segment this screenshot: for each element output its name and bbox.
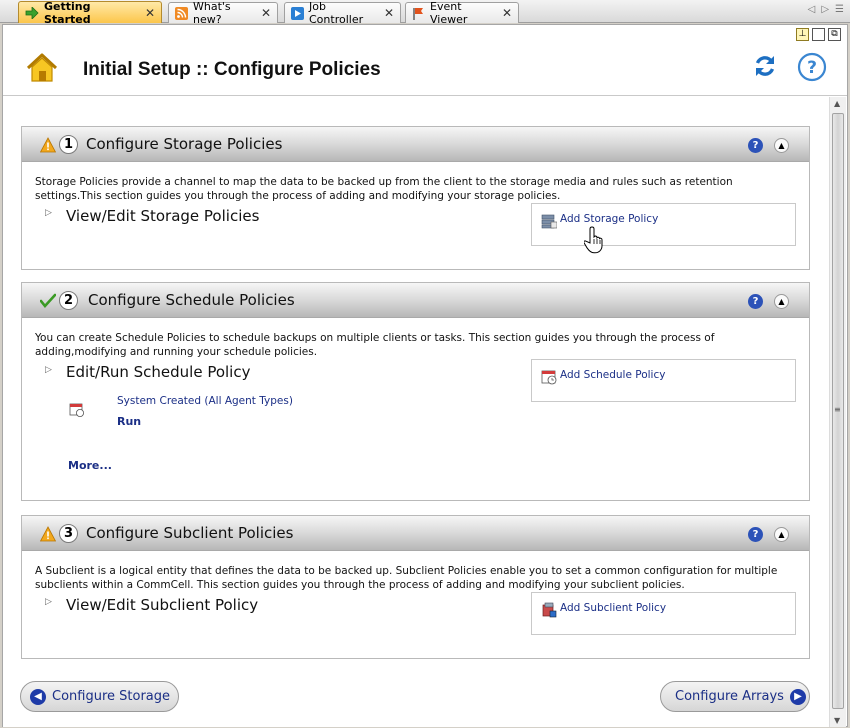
- tab-job-controller[interactable]: Job Controller ✕: [284, 0, 401, 26]
- close-icon[interactable]: ✕: [378, 6, 394, 20]
- expand-icon[interactable]: ▷: [45, 597, 52, 607]
- section-storage-policies: 1 Configure Storage Policies ? ▲ Storage…: [21, 126, 810, 270]
- add-schedule-policy-link[interactable]: Add Schedule Policy: [560, 369, 665, 381]
- help-icon[interactable]: ?: [748, 527, 763, 542]
- svg-text:?: ?: [807, 58, 817, 78]
- flag-icon: [412, 6, 425, 20]
- expand-icon[interactable]: ▷: [45, 365, 52, 375]
- maximize-icon[interactable]: [812, 28, 825, 41]
- more-link[interactable]: More...: [68, 459, 112, 472]
- action-box: Add Subclient Policy: [531, 592, 796, 635]
- configure-storage-button[interactable]: ◀ Configure Storage: [20, 681, 179, 712]
- row-title[interactable]: View/Edit Subclient Policy: [66, 596, 258, 614]
- window-controls: ⊥ ⧉: [796, 28, 841, 41]
- tab-getting-started[interactable]: Getting Started ✕: [18, 0, 162, 26]
- expand-icon[interactable]: ▷: [45, 208, 52, 218]
- section-number: 1: [59, 135, 78, 154]
- arrow-right-icon: ▶: [789, 688, 806, 705]
- tab-navigation: ◁ ▷ ☰: [808, 4, 844, 15]
- action-box: Add Storage Policy: [531, 203, 796, 254]
- action-box: Add Schedule Policy: [531, 359, 796, 402]
- pin-icon[interactable]: ⊥: [796, 28, 809, 41]
- section-number: 3: [59, 524, 78, 543]
- checkmark-icon: [40, 293, 56, 309]
- section-description: Storage Policies provide a channel to ma…: [35, 176, 733, 202]
- tab-label: Getting Started: [44, 0, 91, 26]
- tab-event-viewer[interactable]: Event Viewer ✕: [405, 0, 519, 26]
- row-title[interactable]: View/Edit Storage Policies: [66, 207, 259, 225]
- main-content: 1 Configure Storage Policies ? ▲ Storage…: [3, 97, 829, 727]
- close-icon[interactable]: ✕: [496, 6, 512, 20]
- play-icon: [291, 6, 304, 20]
- schedule-policy-icon: [69, 403, 84, 417]
- tab-whats-new[interactable]: What's new? ✕: [168, 0, 278, 26]
- schedule-icon: [541, 370, 557, 385]
- page-title: Initial Setup :: Configure Policies: [83, 59, 381, 80]
- add-storage-policy-link[interactable]: Add Storage Policy: [560, 213, 658, 225]
- home-icon[interactable]: [25, 51, 59, 85]
- warning-icon: [40, 137, 56, 153]
- restore-icon[interactable]: ⧉: [828, 28, 841, 41]
- help-icon[interactable]: ?: [748, 138, 763, 153]
- warning-icon: [40, 526, 56, 542]
- add-subclient-policy-link[interactable]: Add Subclient Policy: [560, 602, 666, 614]
- back-label: Configure Storage: [52, 689, 171, 704]
- rss-icon: [175, 6, 188, 20]
- chevron-left-icon[interactable]: ◁: [808, 4, 816, 15]
- hand-cursor-icon: [584, 226, 603, 254]
- vertical-scrollbar[interactable]: ▲ ≡ ▼: [829, 97, 846, 727]
- tab-strip: Getting Started ✕ What's new? ✕ Job Cont…: [0, 0, 850, 26]
- section-subclient-policies: 3 Configure Subclient Policies ? ▲ A Sub…: [21, 515, 810, 659]
- section-title: Configure Storage Policies: [86, 135, 283, 153]
- chevron-up-icon[interactable]: ▲: [774, 294, 789, 309]
- window-frame: ⊥ ⧉ Initial Setup :: Configure Policies …: [2, 24, 848, 727]
- configure-arrays-button[interactable]: Configure Arrays ▶: [660, 681, 810, 712]
- section-header[interactable]: 1 Configure Storage Policies ? ▲: [22, 127, 809, 162]
- next-label: Configure Arrays: [675, 689, 784, 704]
- run-link[interactable]: Run: [117, 415, 141, 428]
- help-icon[interactable]: ?: [748, 294, 763, 309]
- tab-label: What's new?: [193, 0, 231, 26]
- section-description: You can create Schedule Policies to sche…: [35, 332, 715, 358]
- chevron-up-icon[interactable]: ▲: [774, 138, 789, 153]
- section-header[interactable]: 2 Configure Schedule Policies ? ▲: [22, 283, 809, 318]
- section-number: 2: [59, 291, 78, 310]
- storage-policy-icon: [541, 214, 557, 229]
- arrow-left-icon: ◀: [30, 688, 46, 705]
- close-icon[interactable]: ✕: [255, 6, 271, 20]
- close-icon[interactable]: ✕: [139, 6, 155, 20]
- scroll-up-icon[interactable]: ▲: [834, 99, 840, 108]
- section-title: Configure Subclient Policies: [86, 524, 294, 542]
- row-title[interactable]: Edit/Run Schedule Policy: [66, 363, 250, 381]
- section-header[interactable]: 3 Configure Subclient Policies ? ▲: [22, 516, 809, 551]
- chevron-right-icon[interactable]: ▷: [821, 4, 829, 15]
- section-title: Configure Schedule Policies: [88, 291, 295, 309]
- tab-label: Event Viewer: [430, 0, 468, 26]
- tab-list-icon[interactable]: ☰: [835, 4, 844, 15]
- schedule-policy-link[interactable]: System Created (All Agent Types): [117, 395, 293, 407]
- scroll-down-icon[interactable]: ▼: [834, 716, 840, 725]
- tab-label: Job Controller: [309, 0, 364, 26]
- refresh-icon[interactable]: [752, 53, 778, 79]
- grip-icon: ≡: [834, 405, 841, 414]
- arrow-right-icon: [25, 6, 39, 20]
- chevron-up-icon[interactable]: ▲: [774, 527, 789, 542]
- help-icon[interactable]: ?: [797, 52, 827, 82]
- page-header: ⊥ ⧉ Initial Setup :: Configure Policies …: [3, 25, 847, 96]
- section-schedule-policies: 2 Configure Schedule Policies ? ▲ You ca…: [21, 282, 810, 501]
- subclient-policy-icon: [542, 602, 557, 618]
- section-description: A Subclient is a logical entity that def…: [35, 565, 778, 591]
